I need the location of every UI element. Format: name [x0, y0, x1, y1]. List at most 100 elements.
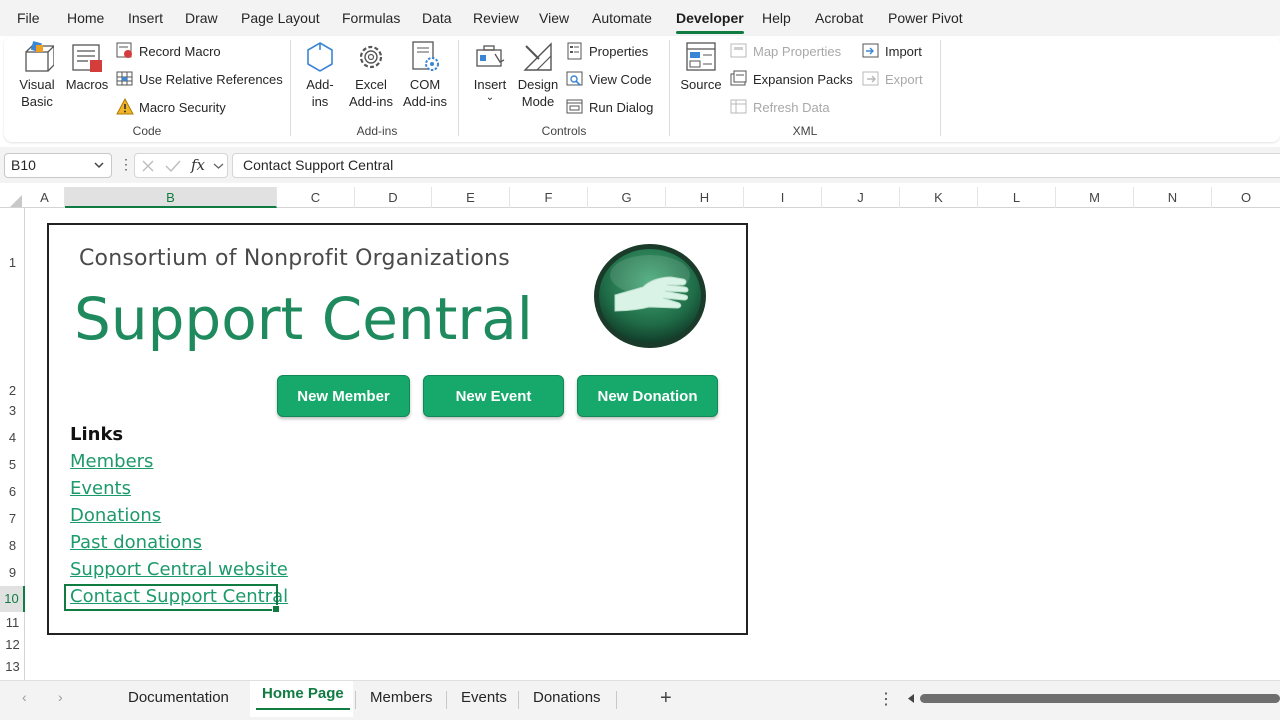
- column-header-j[interactable]: J: [822, 187, 900, 208]
- tab-data[interactable]: Data: [422, 10, 452, 26]
- use-relative-references-button[interactable]: Use Relative References: [116, 70, 283, 88]
- formula-bar-more-icon[interactable]: ⋮: [119, 156, 133, 173]
- tab-draw[interactable]: Draw: [185, 10, 218, 26]
- column-header-o[interactable]: O: [1212, 187, 1280, 208]
- insert-controls-button[interactable]: Insert ⌄: [468, 40, 512, 103]
- row-header-9[interactable]: 9: [0, 559, 25, 586]
- column-header-l[interactable]: L: [978, 187, 1056, 208]
- tab-insert[interactable]: Insert: [128, 10, 163, 26]
- column-header-a[interactable]: A: [25, 187, 65, 208]
- tab-power-pivot[interactable]: Power Pivot: [888, 10, 963, 26]
- add-ins-label: Add-: [306, 77, 334, 92]
- tab-home[interactable]: Home: [67, 10, 104, 26]
- export-button[interactable]: Export: [862, 70, 923, 88]
- import-button[interactable]: Import: [862, 42, 922, 60]
- xml-source-label: Source: [680, 77, 722, 92]
- column-header-b[interactable]: B: [65, 187, 277, 208]
- sheet-tab-events[interactable]: Events: [461, 689, 507, 706]
- tab-developer[interactable]: Developer: [676, 10, 744, 34]
- design-mode-button[interactable]: Design Mode: [516, 40, 560, 110]
- new-member-button[interactable]: New Member: [277, 375, 410, 417]
- add-ins-button[interactable]: Add- ins: [300, 40, 340, 110]
- horizontal-scrollbar-thumb[interactable]: [920, 694, 1280, 703]
- new-donation-button[interactable]: New Donation: [577, 375, 718, 417]
- com-add-ins-button[interactable]: COM Add-ins: [400, 40, 450, 110]
- macro-security-button[interactable]: Macro Security: [116, 98, 226, 116]
- row-header-2[interactable]: 2: [0, 380, 25, 402]
- previous-sheet-icon[interactable]: ‹: [22, 689, 27, 705]
- enter-check-icon[interactable]: [165, 159, 181, 173]
- code-group-label: Code: [132, 124, 162, 138]
- link-events[interactable]: Events: [70, 478, 131, 499]
- row-header-4[interactable]: 4: [0, 424, 25, 451]
- macros-button[interactable]: Macros: [64, 40, 110, 93]
- tab-acrobat[interactable]: Acrobat: [815, 10, 863, 26]
- tab-help[interactable]: Help: [762, 10, 791, 26]
- support-hand-logo[interactable]: [593, 243, 707, 349]
- column-header-n[interactable]: N: [1134, 187, 1212, 208]
- sheet-tab-documentation[interactable]: Documentation: [128, 689, 229, 706]
- tab-scroll-more-icon[interactable]: ⋮: [878, 689, 894, 709]
- sheet-tab-home-page[interactable]: Home Page: [256, 685, 350, 710]
- column-header-m[interactable]: M: [1056, 187, 1134, 208]
- tab-page-layout[interactable]: Page Layout: [241, 10, 320, 26]
- link-members[interactable]: Members: [70, 451, 153, 472]
- row-header-1[interactable]: 1: [0, 208, 25, 397]
- column-header-c[interactable]: C: [277, 187, 355, 208]
- column-header-d[interactable]: D: [355, 187, 432, 208]
- cancel-icon[interactable]: [141, 159, 155, 173]
- refresh-data-button[interactable]: Refresh Data: [730, 98, 830, 116]
- properties-button[interactable]: Properties: [566, 42, 648, 60]
- tab-review[interactable]: Review: [473, 10, 519, 26]
- tab-automate[interactable]: Automate: [592, 10, 652, 26]
- tab-formulas[interactable]: Formulas: [342, 10, 400, 26]
- visual-basic-button[interactable]: Visual Basic: [14, 40, 60, 110]
- organization-name: Consortium of Nonprofit Organizations: [79, 246, 510, 271]
- com-add-ins-label-2: Add-ins: [402, 94, 448, 109]
- view-code-button[interactable]: View Code: [566, 70, 652, 88]
- row-header-10[interactable]: 10: [0, 586, 25, 612]
- link-past-donations[interactable]: Past donations: [70, 532, 202, 553]
- excel-add-ins-button[interactable]: Excel Add-ins: [346, 40, 396, 110]
- chevron-down-icon[interactable]: [213, 161, 224, 171]
- link-donations[interactable]: Donations: [70, 505, 161, 526]
- row-header-8[interactable]: 8: [0, 532, 25, 559]
- row-header-11[interactable]: 11: [0, 612, 25, 634]
- horizontal-scrollbar[interactable]: [906, 693, 1280, 703]
- name-box[interactable]: B10: [4, 153, 112, 178]
- sheet-tab-donations[interactable]: Donations: [533, 689, 601, 706]
- expansion-packs-button[interactable]: Expansion Packs: [730, 70, 853, 88]
- row-header-6[interactable]: 6: [0, 478, 25, 505]
- import-icon: [862, 43, 879, 58]
- scroll-left-icon[interactable]: [906, 693, 916, 704]
- next-sheet-icon[interactable]: ›: [58, 689, 63, 705]
- insert-function-button[interactable]: fx: [191, 156, 205, 174]
- run-dialog-button[interactable]: Run Dialog: [566, 98, 653, 116]
- tab-view[interactable]: View: [539, 10, 569, 26]
- formula-input[interactable]: Contact Support Central: [232, 153, 1280, 178]
- column-header-f[interactable]: F: [510, 187, 588, 208]
- row-header-13[interactable]: 13: [0, 656, 25, 678]
- select-all-icon[interactable]: [10, 195, 22, 207]
- link-support-central-website[interactable]: Support Central website: [70, 559, 288, 580]
- row-header-3[interactable]: 3: [0, 402, 25, 419]
- tab-file[interactable]: File: [17, 10, 40, 26]
- sheet-tab-members[interactable]: Members: [370, 689, 433, 706]
- column-header-k[interactable]: K: [900, 187, 978, 208]
- xml-source-button[interactable]: Source: [678, 40, 724, 93]
- column-header-i[interactable]: I: [744, 187, 822, 208]
- add-ins-icon: [307, 42, 333, 72]
- refresh-data-label: Refresh Data: [753, 99, 830, 115]
- table-grid-icon: [116, 71, 133, 86]
- row-header-5[interactable]: 5: [0, 451, 25, 478]
- row-header-12[interactable]: 12: [0, 634, 25, 656]
- column-header-h[interactable]: H: [666, 187, 744, 208]
- new-event-button[interactable]: New Event: [423, 375, 564, 417]
- map-properties-button[interactable]: Map Properties: [730, 42, 841, 60]
- column-header-e[interactable]: E: [432, 187, 510, 208]
- add-sheet-button[interactable]: +: [660, 687, 672, 710]
- record-macro-button[interactable]: Record Macro: [116, 42, 221, 60]
- column-header-g[interactable]: G: [588, 187, 666, 208]
- refresh-data-icon: [730, 99, 747, 114]
- row-header-7[interactable]: 7: [0, 505, 25, 532]
